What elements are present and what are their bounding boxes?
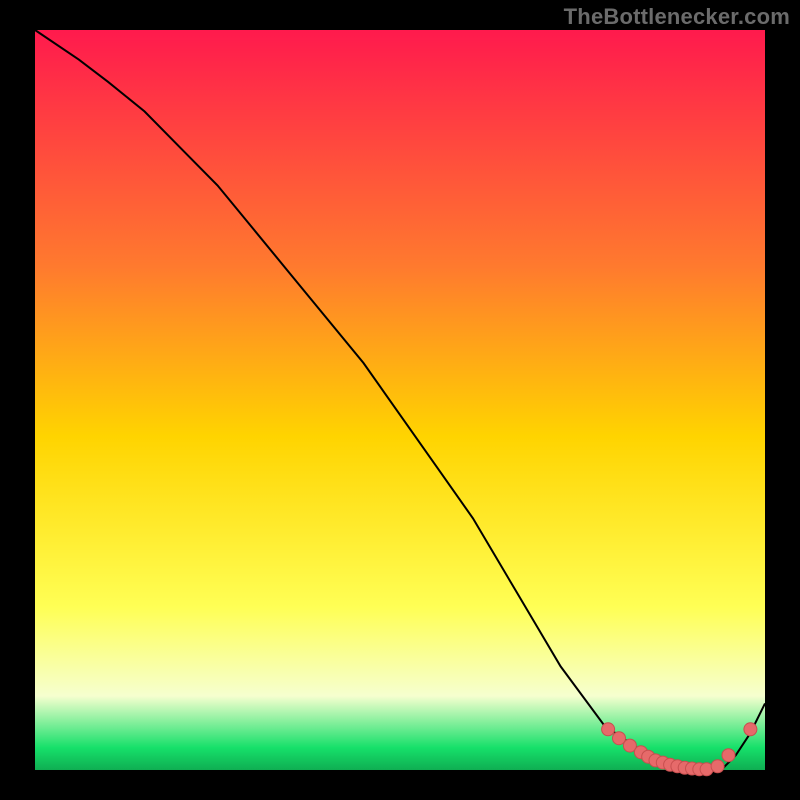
curve-marker xyxy=(744,723,757,736)
curve-marker xyxy=(602,723,615,736)
gradient-background xyxy=(35,30,765,770)
bottleneck-chart xyxy=(0,0,800,800)
curve-marker xyxy=(711,760,724,773)
curve-marker xyxy=(722,749,735,762)
chart-frame: { "attribution": "TheBottlenecker.com", … xyxy=(0,0,800,800)
